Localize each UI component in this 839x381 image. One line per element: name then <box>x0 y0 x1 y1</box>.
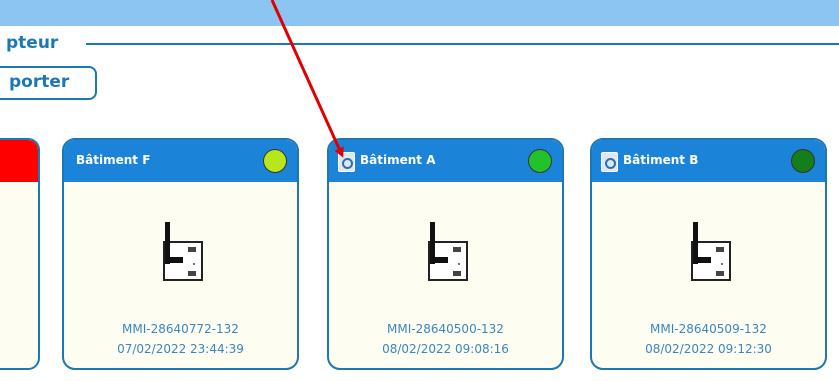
sensor-timestamp: 08/02/2022 09:12:30 <box>645 342 772 356</box>
fieldset-border <box>86 43 839 45</box>
sensor-card-batiment-a[interactable]: Bâtiment A MMI-28640500-132 08/02/2022 0… <box>327 138 564 370</box>
partial-card-header <box>0 140 38 182</box>
status-indicator <box>528 149 552 173</box>
status-indicator <box>791 149 815 173</box>
section-legend: pteur <box>6 33 59 53</box>
sensor-device-icon <box>678 220 740 290</box>
card-header: Bâtiment B <box>592 140 825 182</box>
sensor-id: MMI-28640500-132 <box>387 322 504 336</box>
partial-sensor-card[interactable] <box>0 138 40 370</box>
card-title: Bâtiment F <box>76 153 151 167</box>
sensor-timestamp: 08/02/2022 09:08:16 <box>382 342 509 356</box>
sensor-card-batiment-b[interactable]: Bâtiment B MMI-28640509-132 08/02/2022 0… <box>590 138 827 370</box>
card-header: Bâtiment F <box>64 140 297 182</box>
card-body: MMI-28640772-132 07/02/2022 23:44:39 <box>64 182 297 368</box>
card-body: MMI-28640500-132 08/02/2022 09:08:16 <box>329 182 562 368</box>
card-header: Bâtiment A <box>329 140 562 182</box>
card-title: Bâtiment B <box>623 153 699 167</box>
top-bar <box>0 0 839 26</box>
document-search-icon[interactable] <box>338 152 355 172</box>
card-body: MMI-28640509-132 08/02/2022 09:12:30 <box>592 182 825 368</box>
card-title: Bâtiment A <box>360 153 436 167</box>
export-button[interactable]: porter <box>0 66 97 100</box>
sensor-timestamp: 07/02/2022 23:44:39 <box>117 342 244 356</box>
status-indicator <box>263 149 287 173</box>
sensor-device-icon <box>415 220 477 290</box>
document-search-icon[interactable] <box>601 152 618 172</box>
sensor-card-batiment-f[interactable]: Bâtiment F MMI-28640772-132 07/02/2022 2… <box>62 138 299 370</box>
sensor-device-icon <box>150 220 212 290</box>
sensor-id: MMI-28640509-132 <box>650 322 767 336</box>
sensor-id: MMI-28640772-132 <box>122 322 239 336</box>
